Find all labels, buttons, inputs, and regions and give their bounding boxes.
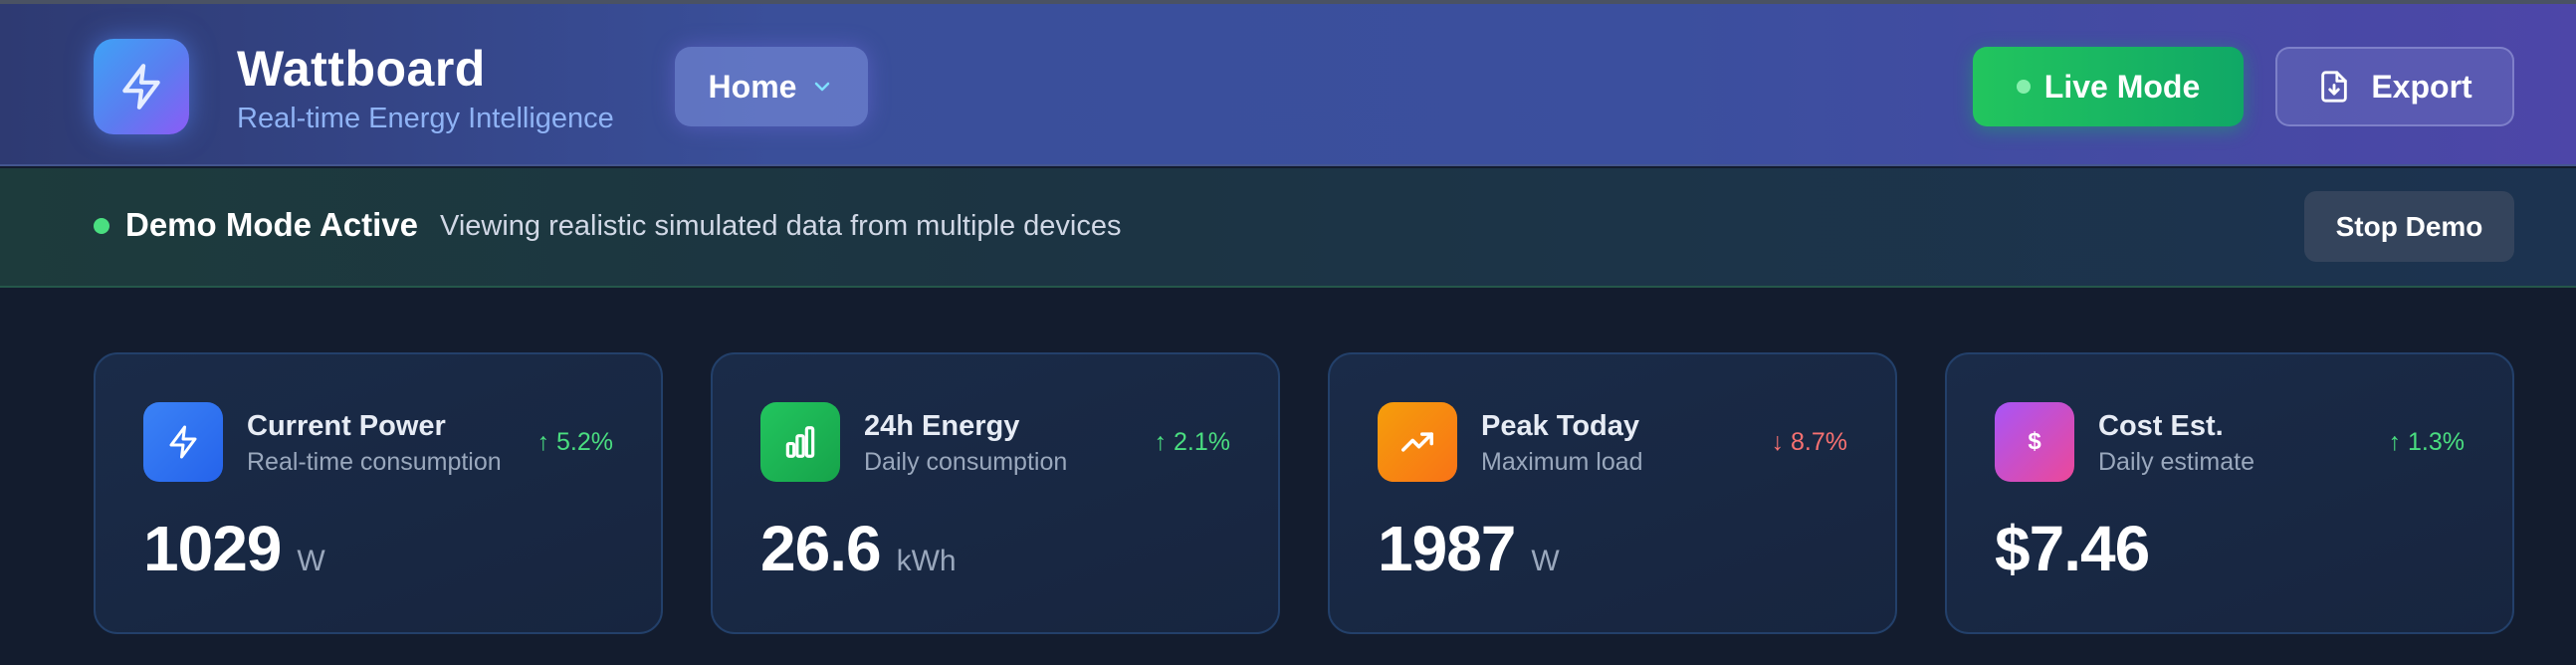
stat-card-cost-estimate: $ Cost Est. Daily estimate ↑ 1.3% $7.46	[1945, 352, 2514, 634]
card-value-row: 26.6 kWh	[760, 512, 957, 585]
demo-banner-title: Demo Mode Active	[125, 206, 419, 243]
card-subtitle: Daily estimate	[2098, 448, 2254, 476]
stat-card-peak-today: Peak Today Maximum load ↓ 8.7% 1987 W	[1328, 352, 1897, 634]
card-unit: W	[1531, 545, 1560, 577]
card-change-badge: ↑ 1.3%	[2388, 428, 2465, 456]
live-mode-label: Live Mode	[2043, 68, 2201, 105]
live-mode-button[interactable]: Live Mode	[1973, 47, 2244, 126]
card-title: Cost Est.	[2098, 410, 2224, 442]
app-name: Wattboard	[237, 41, 486, 97]
file-download-icon	[2321, 71, 2348, 103]
card-subtitle: Maximum load	[1481, 448, 1643, 476]
card-title: Peak Today	[1481, 410, 1640, 442]
stop-demo-label: Stop Demo	[2335, 210, 2483, 242]
nav-home-label: Home	[708, 68, 797, 105]
app-tagline: Real-time Energy Intelligence	[237, 103, 614, 134]
stat-card-24h-energy: 24h Energy Daily consumption ↑ 2.1% 26.6…	[711, 352, 1280, 634]
live-status-dot	[2016, 80, 2031, 94]
card-change-badge: ↑ 5.2%	[537, 428, 613, 456]
stat-card-current-power: Current Power Real-time consumption ↑ 5.…	[94, 352, 663, 634]
card-unit: kWh	[896, 545, 957, 577]
bar-chart-icon	[785, 426, 815, 458]
card-subtitle: Daily consumption	[864, 448, 1068, 476]
card-unit: W	[297, 545, 325, 577]
lightning-bolt-icon	[169, 425, 197, 459]
card-icon-tile: $	[1995, 402, 2074, 482]
card-icon-tile	[760, 402, 840, 482]
export-label: Export	[2371, 68, 2472, 105]
card-value: 26.6	[760, 513, 882, 584]
app-logo	[94, 39, 189, 134]
card-value-row: 1987 W	[1378, 512, 1560, 585]
demo-banner-message: Viewing realistic simulated data from mu…	[440, 210, 1122, 242]
card-value-row: 1029 W	[143, 512, 325, 585]
dollar-icon: $	[2028, 428, 2041, 455]
card-change-badge: ↓ 8.7%	[1771, 428, 1847, 456]
card-value: 1029	[143, 513, 282, 584]
chevron-down-icon	[815, 82, 830, 92]
card-change-badge: ↑ 2.1%	[1154, 428, 1230, 456]
card-title: 24h Energy	[864, 410, 1020, 442]
card-value: $7.46	[1995, 513, 2150, 584]
card-icon-tile	[143, 402, 223, 482]
card-title: Current Power	[247, 410, 446, 442]
card-value: 1987	[1378, 513, 1516, 584]
card-subtitle: Real-time consumption	[247, 448, 502, 476]
trending-up-icon	[1401, 432, 1433, 452]
stop-demo-button[interactable]: Stop Demo	[2304, 191, 2514, 262]
card-icon-tile	[1378, 402, 1457, 482]
lightning-bolt-icon	[122, 64, 160, 110]
nav-home-dropdown[interactable]: Home	[675, 47, 868, 126]
export-button[interactable]: Export	[2275, 47, 2514, 126]
demo-status-dot	[94, 218, 109, 234]
card-value-row: $7.46	[1995, 512, 2150, 585]
app-header: Wattboard Real-time Energy Intelligence …	[0, 4, 2576, 166]
